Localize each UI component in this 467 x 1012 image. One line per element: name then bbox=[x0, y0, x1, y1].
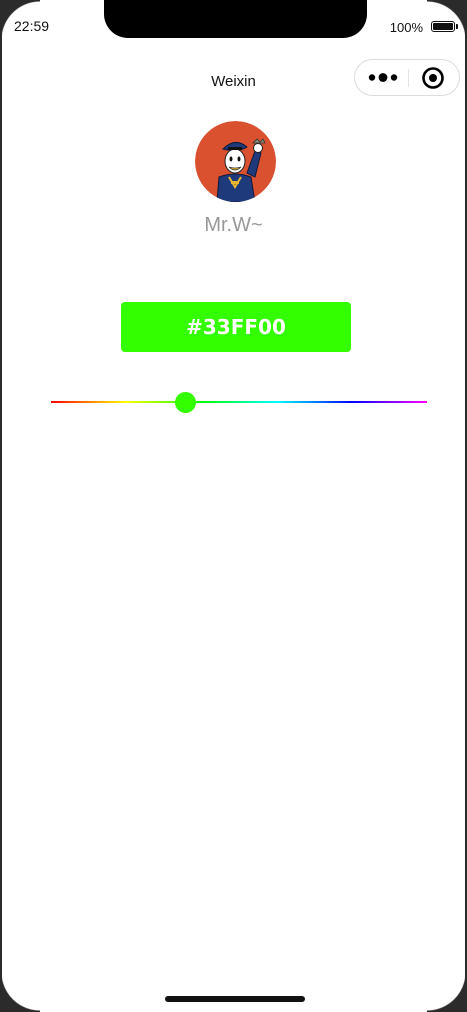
more-dots-icon[interactable] bbox=[365, 60, 405, 95]
battery-percent: 100% bbox=[389, 20, 423, 35]
home-indicator[interactable] bbox=[165, 996, 305, 1002]
hue-slider[interactable] bbox=[51, 392, 427, 413]
battery-fill bbox=[433, 23, 453, 30]
frame-corner bbox=[427, 0, 467, 40]
hue-slider-thumb[interactable] bbox=[174, 392, 196, 413]
hue-slider-track[interactable] bbox=[51, 401, 427, 403]
target-circle-icon[interactable] bbox=[419, 64, 447, 92]
color-hex-button[interactable]: #33FF00 bbox=[121, 302, 351, 352]
phone-screen: 22:59 100% Weixin Mr.W~ #33FF00 bbox=[0, 0, 467, 1012]
mini-program-capsule bbox=[354, 59, 460, 96]
status-time: 22:59 bbox=[14, 18, 50, 34]
frame-corner bbox=[0, 972, 40, 1012]
username: Mr.W~ bbox=[204, 214, 263, 236]
battery-icon bbox=[431, 21, 455, 32]
frame-corner bbox=[427, 972, 467, 1012]
capsule-divider bbox=[408, 69, 409, 87]
device-notch bbox=[104, 0, 367, 38]
avatar[interactable] bbox=[195, 121, 276, 202]
battery-cap bbox=[456, 24, 458, 29]
frame-edge bbox=[0, 0, 2, 1012]
